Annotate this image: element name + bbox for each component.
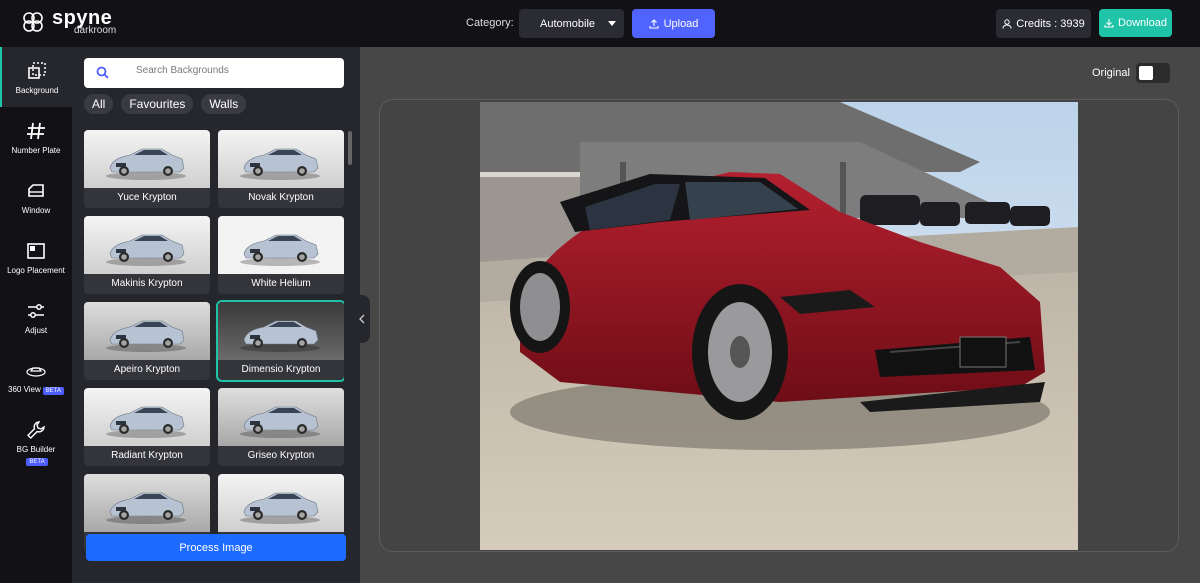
tool-sidebar: Background Number Plate Window Logo Plac… [0, 47, 72, 583]
filter-walls[interactable]: Walls [201, 94, 247, 114]
credits-label: Credits : 3939 [1016, 17, 1085, 30]
download-label: Download [1118, 17, 1167, 29]
background-thumbnail [218, 130, 344, 188]
background-thumbnail [218, 388, 344, 446]
upload-button[interactable]: Upload [632, 9, 715, 38]
background-thumbnail [84, 388, 210, 446]
user-icon [1002, 18, 1012, 29]
brand-logo[interactable]: spyne darkroom [20, 8, 116, 36]
search-box[interactable] [84, 58, 344, 88]
sliders-icon [28, 303, 44, 318]
original-toggle[interactable] [1135, 63, 1170, 83]
original-toggle-group: Original [1092, 63, 1170, 83]
chevron-left-icon [359, 314, 365, 324]
beta-badge: BETA [42, 387, 64, 395]
background-label: Griseo Krypton [247, 450, 315, 461]
background-thumbnail [84, 302, 210, 360]
category-value: Automobile [540, 17, 596, 30]
background-card[interactable]: Makinis Krypton [84, 216, 210, 294]
window-icon [28, 183, 44, 197]
car-360-icon [26, 367, 46, 377]
car-photo-image [480, 102, 1078, 550]
background-icon [28, 61, 46, 79]
toggle-knob [1138, 66, 1153, 80]
nav-label: 360 View [8, 385, 41, 394]
process-image-button[interactable]: Process Image [86, 534, 346, 561]
nav-item-360-view[interactable]: 360 View BETA [0, 347, 72, 407]
background-card[interactable]: White Helium [218, 216, 344, 294]
nav-label: Background [15, 85, 59, 95]
nav-item-logo-placement[interactable]: Logo Placement [0, 227, 72, 287]
search-icon [96, 66, 109, 79]
background-thumbnail [218, 474, 344, 532]
background-thumbnail [84, 474, 210, 532]
hash-icon [27, 122, 45, 139]
background-label: Dimensio Krypton [241, 364, 321, 375]
upload-label: Upload [663, 17, 699, 30]
background-card[interactable]: Yuce Krypton [84, 130, 210, 208]
nav-item-number-plate[interactable]: Number Plate [0, 107, 72, 167]
background-label: Radiant Krypton [111, 450, 183, 461]
caret-down-icon [608, 21, 616, 26]
background-card[interactable]: Apeiro Krypton [84, 302, 210, 380]
background-thumbnail [84, 216, 210, 274]
collapse-panel-button[interactable] [354, 295, 370, 343]
logo-placement-icon [27, 242, 45, 259]
wrench-icon [27, 420, 45, 439]
background-label: Makinis Krypton [111, 278, 183, 289]
nav-item-bg-builder[interactable]: BG Builder BETA [0, 407, 72, 477]
nav-label: Adjust [24, 325, 48, 335]
nav-label: Number Plate [11, 145, 61, 155]
background-grid: Yuce Krypton Novak Krypton Makinis Krypt… [84, 130, 344, 567]
category-label: Category: [466, 17, 514, 29]
nav-item-window[interactable]: Window [0, 167, 72, 227]
background-label: Yuce Krypton [117, 192, 177, 203]
car-photo [480, 102, 1078, 550]
background-thumbnail [218, 302, 344, 360]
download-icon [1104, 19, 1114, 28]
top-bar: spyne darkroom Category: Automobile Uplo… [0, 0, 1200, 47]
filter-favourites[interactable]: Favourites [121, 94, 194, 114]
search-input[interactable] [136, 65, 326, 76]
upload-icon [649, 18, 659, 29]
panel-scrollbar[interactable] [348, 131, 352, 165]
background-thumbnail [218, 216, 344, 274]
brand-subtitle: darkroom [74, 25, 117, 36]
original-label: Original [1092, 67, 1130, 79]
nav-label: BG Builder [16, 444, 56, 454]
category-select[interactable]: Automobile [519, 9, 624, 38]
background-thumbnail [84, 130, 210, 188]
download-button[interactable]: Download [1099, 9, 1172, 37]
background-panel: All Favourites Walls Yuce Krypton Novak … [72, 47, 360, 583]
credits-display[interactable]: Credits : 3939 [996, 9, 1091, 38]
nav-item-background[interactable]: Background [0, 47, 72, 107]
filter-chips: All Favourites Walls [84, 94, 247, 114]
background-label: Novak Krypton [248, 192, 314, 203]
nav-item-adjust[interactable]: Adjust [0, 287, 72, 347]
background-card[interactable]: Radiant Krypton [84, 388, 210, 466]
nav-label: Window [21, 205, 51, 215]
background-label: White Helium [251, 278, 311, 289]
background-card[interactable]: Novak Krypton [218, 130, 344, 208]
beta-badge: BETA [26, 457, 48, 466]
background-card-selected[interactable]: Dimensio Krypton [216, 300, 344, 382]
nav-label: Logo Placement [7, 265, 65, 275]
background-label: Apeiro Krypton [113, 364, 181, 375]
filter-all[interactable]: All [84, 94, 114, 114]
spyne-logo-icon [23, 12, 43, 32]
background-card[interactable]: Griseo Krypton [218, 388, 344, 466]
